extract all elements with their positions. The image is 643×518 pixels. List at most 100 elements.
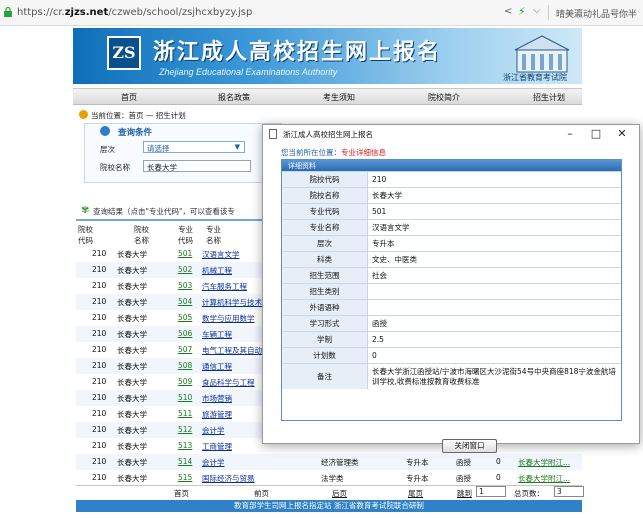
level-select[interactable]: 请选择 ▼ (143, 141, 245, 153)
cell-code: 210 (92, 329, 107, 338)
cell-major[interactable]: 电气工程及其自动化 (202, 345, 270, 356)
detail-row: 备注 长春大学浙江函授站/宁波市海曙区大沙泥街54号中央商座818宁波金航培训学校… (282, 363, 621, 389)
cell-school: 长春大学 (117, 330, 147, 339)
cell-major-code[interactable]: 504 (178, 297, 192, 306)
chevron-down-icon[interactable]: ⌵ (533, 5, 541, 16)
school-name-input[interactable]: 长春大学 (143, 160, 251, 172)
detail-row: 专业名称 汉语言文学 (282, 219, 621, 235)
cell-form: 函授 (456, 474, 471, 483)
cell-link[interactable]: 长春大学附江... (518, 473, 570, 484)
pager: 首页 前页 后页 尾页 跳到 1 总页数： 3 (76, 485, 584, 499)
maximize-button[interactable]: □ (585, 126, 607, 141)
result-note: 查询结果（点击"专业代码"，可以查看该专 (93, 207, 235, 216)
detail-value: 社会 (372, 270, 387, 280)
close-window-button[interactable]: ✕ (611, 126, 633, 141)
divider (548, 5, 549, 20)
search-icon (100, 126, 110, 136)
cell-major-code[interactable]: 510 (178, 393, 192, 402)
cell-num: 0 (496, 457, 501, 466)
detail-label: 科类 (282, 252, 368, 267)
pager-goto-input[interactable]: 1 (476, 486, 506, 497)
detail-label: 专业代码 (282, 204, 368, 219)
share-icon[interactable]: < (504, 6, 512, 17)
nav-notice[interactable]: 考生须知 (323, 92, 355, 103)
cell-form: 函授 (456, 458, 471, 467)
lock-icon (4, 6, 12, 17)
detail-row: 院校代码 210 (282, 171, 621, 187)
detail-label: 学习形式 (282, 316, 368, 331)
cell-major[interactable]: 食品科学与工程 (202, 377, 255, 388)
detail-label: 院校名称 (282, 188, 368, 203)
cell-major[interactable]: 国际经济与贸易 (202, 473, 255, 484)
cell-school: 长春大学 (117, 394, 147, 403)
detail-row: 专业代码 501 (282, 203, 621, 219)
cell-major-code[interactable]: 512 (178, 425, 192, 434)
cell-major-code[interactable]: 514 (178, 457, 192, 466)
pager-goto-label[interactable]: 跳到 (457, 488, 472, 499)
cell-major-code[interactable]: 507 (178, 345, 192, 354)
col-header-school-name: 院校 名称 (134, 225, 149, 245)
dialog-location: 您当前所在位置：专业详细信息 (281, 148, 386, 157)
url-text[interactable]: https://cr.zjzs.net/czweb/school/zsjhcxb… (17, 7, 252, 18)
cell-major-code[interactable]: 511 (178, 409, 192, 418)
detail-label: 外语语种 (282, 300, 368, 315)
detail-value: 0 (372, 350, 377, 360)
pager-first[interactable]: 首页 (174, 488, 189, 499)
cell-code: 210 (92, 425, 107, 434)
cell-major[interactable]: 会计学 (202, 425, 225, 436)
site-banner: ZS 浙江成人高校招生网上报名 Zhejiang Educational Exa… (73, 28, 582, 84)
lightning-icon[interactable]: ⚡ (518, 5, 526, 18)
cell-major[interactable]: 通信工程 (202, 361, 232, 372)
cell-major-code[interactable]: 508 (178, 361, 192, 370)
nav-home[interactable]: 首页 (121, 92, 137, 103)
cell-cat: 法学类 (321, 474, 344, 483)
cell-major[interactable]: 机械工程 (202, 265, 232, 276)
cell-school: 长春大学 (117, 250, 147, 259)
cell-school: 长春大学 (117, 314, 147, 323)
cell-major-code[interactable]: 509 (178, 377, 192, 386)
minimize-button[interactable]: – (559, 126, 581, 141)
cell-school: 长春大学 (117, 426, 147, 435)
pager-prev[interactable]: 前页 (254, 488, 269, 499)
cell-major-code[interactable]: 515 (178, 473, 192, 482)
cell-link[interactable]: 长春大学附江... (518, 457, 570, 468)
nav-policy[interactable]: 报名政策 (218, 92, 250, 103)
cell-major-code[interactable]: 501 (178, 249, 192, 258)
cell-major[interactable]: 市场营销 (202, 393, 232, 404)
cell-major[interactable]: 旅游管理 (202, 409, 232, 420)
detail-label: 备注 (282, 364, 368, 389)
cell-major[interactable]: 汽车服务工程 (202, 281, 247, 292)
cell-school: 长春大学 (117, 378, 147, 387)
detail-value: 文史、中医类 (372, 254, 417, 264)
cell-major-code[interactable]: 506 (178, 329, 192, 338)
cell-major[interactable]: 工商管理 (202, 441, 232, 452)
nav-plan[interactable]: 招生计划 (533, 92, 565, 103)
browser-extra-text: 晴美瀛动礼品号你半 (556, 10, 638, 20)
pager-next[interactable]: 后页 (332, 488, 347, 499)
cell-major[interactable]: 数学与应用数学 (202, 313, 255, 324)
cell-major-code[interactable]: 505 (178, 313, 192, 322)
close-dialog-button[interactable]: 关闭窗口 (442, 439, 497, 453)
cell-major-code[interactable]: 513 (178, 441, 192, 450)
pager-last[interactable]: 尾页 (408, 488, 423, 499)
breadcrumb: 当前位置：首页 — 招生计划 (91, 111, 186, 120)
cell-major[interactable]: 会计学 (202, 457, 225, 468)
cell-major-code[interactable]: 503 (178, 281, 192, 290)
cell-major[interactable]: 汉语言文学 (202, 249, 240, 260)
location-icon (79, 110, 88, 119)
nav-schools[interactable]: 院校简介 (428, 92, 460, 103)
document-icon (269, 129, 277, 139)
cell-school: 长春大学 (117, 410, 147, 419)
cell-school: 长春大学 (117, 458, 147, 467)
detail-value: 501 (372, 206, 387, 216)
dialog-titlebar[interactable]: 浙江成人高校招生网上报名 – □ ✕ (263, 125, 639, 143)
cell-code: 210 (92, 265, 107, 274)
detail-header: 详细资料 (282, 160, 621, 171)
cell-major-code[interactable]: 502 (178, 265, 192, 274)
col-header-major-code: 专业 代码 (178, 225, 193, 245)
cell-major[interactable]: 计算机科学与技术 (202, 297, 262, 308)
detail-label: 院校代码 (282, 172, 368, 187)
cell-major[interactable]: 车辆工程 (202, 329, 232, 340)
detail-label: 层次 (282, 236, 368, 251)
cell-level: 专升本 (406, 474, 429, 483)
